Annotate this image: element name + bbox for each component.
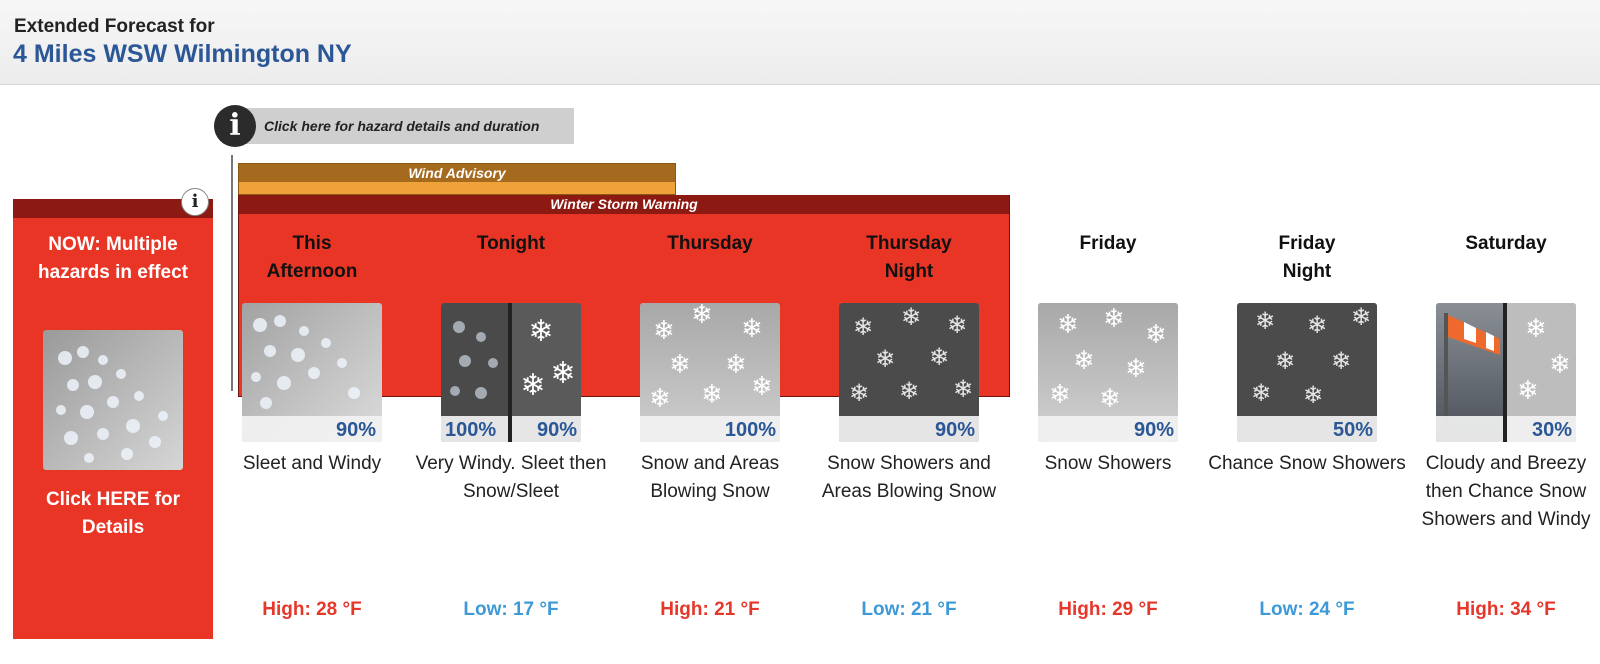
pop-label: 90% — [935, 419, 975, 441]
svg-text:❄: ❄ — [1275, 347, 1295, 375]
svg-text:❄: ❄ — [875, 345, 895, 373]
period-description: Snow Showers — [1044, 453, 1172, 474]
svg-text:❄: ❄ — [899, 377, 919, 405]
now-details-link[interactable]: Click HERE for Details — [13, 486, 213, 542]
svg-text:❄: ❄ — [725, 350, 747, 380]
forecast-period-this-afternoon: This Afternoon 90% Sleet and Windy High: … — [212, 230, 412, 620]
svg-text:❄: ❄ — [1549, 350, 1571, 380]
pop-label: 100% — [445, 419, 496, 441]
svg-text:❄: ❄ — [849, 379, 869, 407]
period-name: Tonight — [476, 233, 546, 254]
svg-text:❄: ❄ — [1331, 347, 1351, 375]
pop-label: 90% — [537, 419, 577, 441]
svg-text:❄: ❄ — [1517, 376, 1539, 406]
period-description: Snow and Areas Blowing Snow — [640, 453, 780, 502]
period-temperature: High: 34 °F — [1456, 599, 1556, 620]
svg-text:❄: ❄ — [1145, 320, 1167, 350]
svg-text:❄: ❄ — [1099, 384, 1121, 414]
svg-text:❄: ❄ — [901, 303, 921, 331]
hazard-details-link[interactable]: Click here for hazard details and durati… — [214, 105, 574, 147]
snow-night-icon[interactable]: ❄ ❄ ❄ ❄ ❄ ❄ ❄ ❄ 90% — [839, 303, 979, 442]
pop-label: 90% — [1134, 419, 1174, 441]
snow-icon[interactable]: ❄ ❄ ❄ ❄ ❄ ❄ ❄ 90% — [1038, 303, 1178, 442]
svg-text:❄: ❄ — [953, 375, 973, 403]
wind-advisory-label: Wind Advisory — [239, 164, 675, 182]
svg-text:❄: ❄ — [653, 316, 675, 346]
svg-text:❄: ❄ — [1307, 311, 1327, 339]
period-temperature: Low: 21 °F — [861, 599, 957, 620]
pop-label: 90% — [336, 419, 376, 441]
snow-night-icon[interactable]: ❄ ❄ ❄ ❄ ❄ ❄ ❄ 50% — [1237, 303, 1377, 442]
period-description: Very Windy. Sleet then Snow/Sleet — [415, 453, 607, 502]
period-name: Thursday Night — [866, 233, 952, 282]
forecast-subtitle: Extended Forecast for — [14, 16, 215, 37]
svg-text:❄: ❄ — [550, 356, 575, 391]
pop-label: 30% — [1532, 419, 1572, 441]
svg-text:❄: ❄ — [741, 314, 763, 344]
info-icon[interactable]: i — [214, 105, 256, 147]
sleet-then-snow-icon[interactable]: ❄ ❄ ❄ 100% 90% — [441, 303, 581, 442]
forecast-period-friday: Friday ❄ ❄ ❄ ❄ ❄ ❄ ❄ 90% Snow Showers High: … — [1008, 230, 1208, 620]
svg-text:❄: ❄ — [1525, 314, 1547, 344]
pop-label: 100% — [725, 419, 776, 441]
sleet-icon[interactable] — [43, 330, 183, 470]
svg-text:❄: ❄ — [669, 350, 691, 380]
now-hazards-box[interactable]: i NOW: Multiple hazards in effect Click … — [13, 188, 213, 639]
svg-text:❄: ❄ — [1303, 381, 1323, 409]
period-name: Thursday — [667, 233, 753, 254]
hazard-details-bar[interactable]: Click here for hazard details and durati… — [244, 108, 574, 144]
svg-text:❄: ❄ — [1251, 379, 1271, 407]
svg-text:❄: ❄ — [1255, 307, 1275, 335]
info-icon[interactable]: i — [181, 188, 209, 216]
period-description: Sleet and Windy — [242, 453, 382, 474]
location-title: 4 Miles WSW Wilmington NY — [13, 40, 352, 68]
winter-storm-warning-label: Winter Storm Warning — [239, 195, 1009, 214]
svg-text:❄: ❄ — [1057, 310, 1079, 340]
period-temperature: Low: 24 °F — [1259, 599, 1355, 620]
period-temperature: Low: 17 °F — [463, 599, 559, 620]
now-hazards-text: NOW: Multiple hazards in effect — [38, 234, 188, 283]
forecast-header: Extended Forecast for 4 Miles WSW Wilmin… — [0, 0, 1600, 85]
wind-then-snow-icon[interactable]: ❄ ❄ ❄ 30% — [1436, 303, 1576, 442]
hazard-details-text: Click here for hazard details and durati… — [264, 118, 540, 134]
period-temperature: High: 21 °F — [660, 599, 760, 620]
forecast-period-thursday: Thursday ❄ ❄ ❄ ❄ ❄ ❄ ❄ ❄ 100% Snow and Areas … — [610, 230, 810, 620]
svg-text:❄: ❄ — [1073, 346, 1095, 376]
sleet-icon[interactable]: 90% — [242, 303, 382, 442]
svg-text:❄: ❄ — [1049, 380, 1071, 410]
forecast-period-friday-night: Friday Night ❄ ❄ ❄ ❄ ❄ ❄ ❄ 50% Chance Snow Sh… — [1207, 230, 1407, 620]
svg-text:❄: ❄ — [947, 311, 967, 339]
svg-text:❄: ❄ — [691, 303, 713, 330]
period-temperature: High: 28 °F — [262, 599, 362, 620]
svg-text:❄: ❄ — [853, 313, 873, 341]
svg-text:❄: ❄ — [929, 343, 949, 371]
svg-text:❄: ❄ — [751, 372, 773, 402]
svg-text:❄: ❄ — [1125, 354, 1147, 384]
svg-text:❄: ❄ — [528, 314, 553, 349]
period-description: Snow Showers and Areas Blowing Snow — [821, 453, 997, 502]
forecast-period-thursday-night: Thursday Night ❄ ❄ ❄ ❄ ❄ ❄ ❄ ❄ 90% Snow Shower… — [809, 230, 1009, 620]
forecast-period-saturday: Saturday ❄ ❄ ❄ 30% Cloudy and Breezy then … — [1406, 230, 1600, 620]
wind-advisory-band[interactable]: Wind Advisory — [238, 163, 676, 195]
pop-label: 50% — [1333, 419, 1373, 441]
svg-text:❄: ❄ — [701, 380, 723, 410]
period-description: Chance Snow Showers — [1208, 453, 1406, 474]
svg-text:❄: ❄ — [649, 384, 671, 414]
period-name: Friday — [1079, 233, 1137, 254]
snow-icon[interactable]: ❄ ❄ ❄ ❄ ❄ ❄ ❄ ❄ 100% — [640, 303, 780, 442]
period-name: Saturday — [1465, 233, 1547, 254]
period-name: This Afternoon — [266, 233, 358, 282]
period-description: Cloudy and Breezy then Chance Snow Showe… — [1421, 453, 1591, 530]
period-temperature: High: 29 °F — [1058, 599, 1158, 620]
svg-text:❄: ❄ — [1351, 303, 1371, 331]
svg-text:❄: ❄ — [1103, 304, 1125, 334]
period-name: Friday Night — [1278, 233, 1336, 282]
forecast-period-tonight: Tonight ❄ ❄ ❄ 100% 90% Very Windy. Sleet t… — [411, 230, 611, 620]
svg-text:❄: ❄ — [520, 368, 545, 403]
